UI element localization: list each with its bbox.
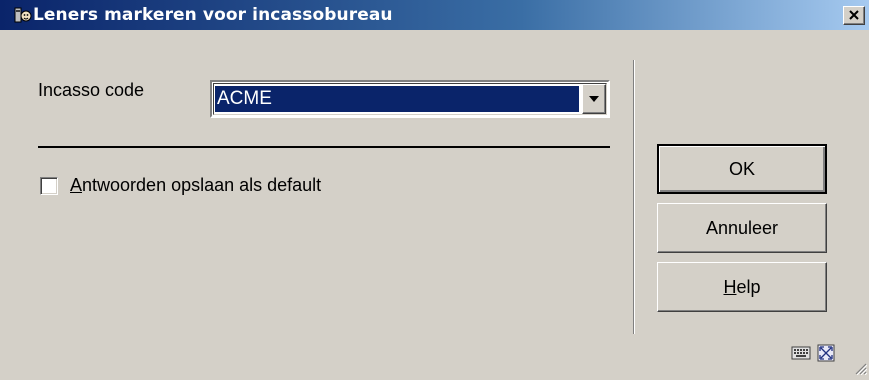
save-default-label[interactable]: Antwoorden opslaan als default [70, 175, 321, 196]
ok-button[interactable]: OK [657, 144, 827, 194]
incasso-code-select[interactable]: ACME [210, 80, 610, 118]
title-bar[interactable]: Leners markeren voor incassobureau [0, 0, 869, 30]
cancel-button-label: Annuleer [705, 217, 779, 238]
cancel-button[interactable]: Annuleer [657, 203, 827, 253]
maximize-icon[interactable] [815, 342, 837, 364]
incasso-code-value[interactable]: ACME [215, 86, 579, 112]
save-default-label-rest: ntwoorden opslaan als default [82, 175, 322, 195]
app-library-icon [14, 6, 32, 24]
help-button[interactable]: Help [657, 262, 827, 312]
keyboard-icon[interactable] [790, 342, 812, 364]
incasso-code-label: Incasso code [38, 80, 145, 100]
window-title: Leners markeren voor incassobureau [33, 5, 393, 25]
dropdown-button[interactable] [582, 84, 606, 114]
close-button[interactable] [843, 6, 865, 25]
separator-line [38, 146, 610, 148]
save-default-checkbox[interactable] [40, 177, 58, 195]
resize-grip-icon[interactable] [853, 361, 868, 376]
help-label-rest: elp [736, 276, 761, 297]
ok-button-label: OK [728, 158, 755, 179]
help-button-label: Help [723, 277, 760, 298]
dialog-window: Leners markeren voor incassobureau Incas… [0, 0, 869, 377]
vertical-divider [633, 60, 634, 334]
save-default-mnemonic: A [70, 175, 83, 195]
help-mnemonic: H [723, 276, 737, 297]
